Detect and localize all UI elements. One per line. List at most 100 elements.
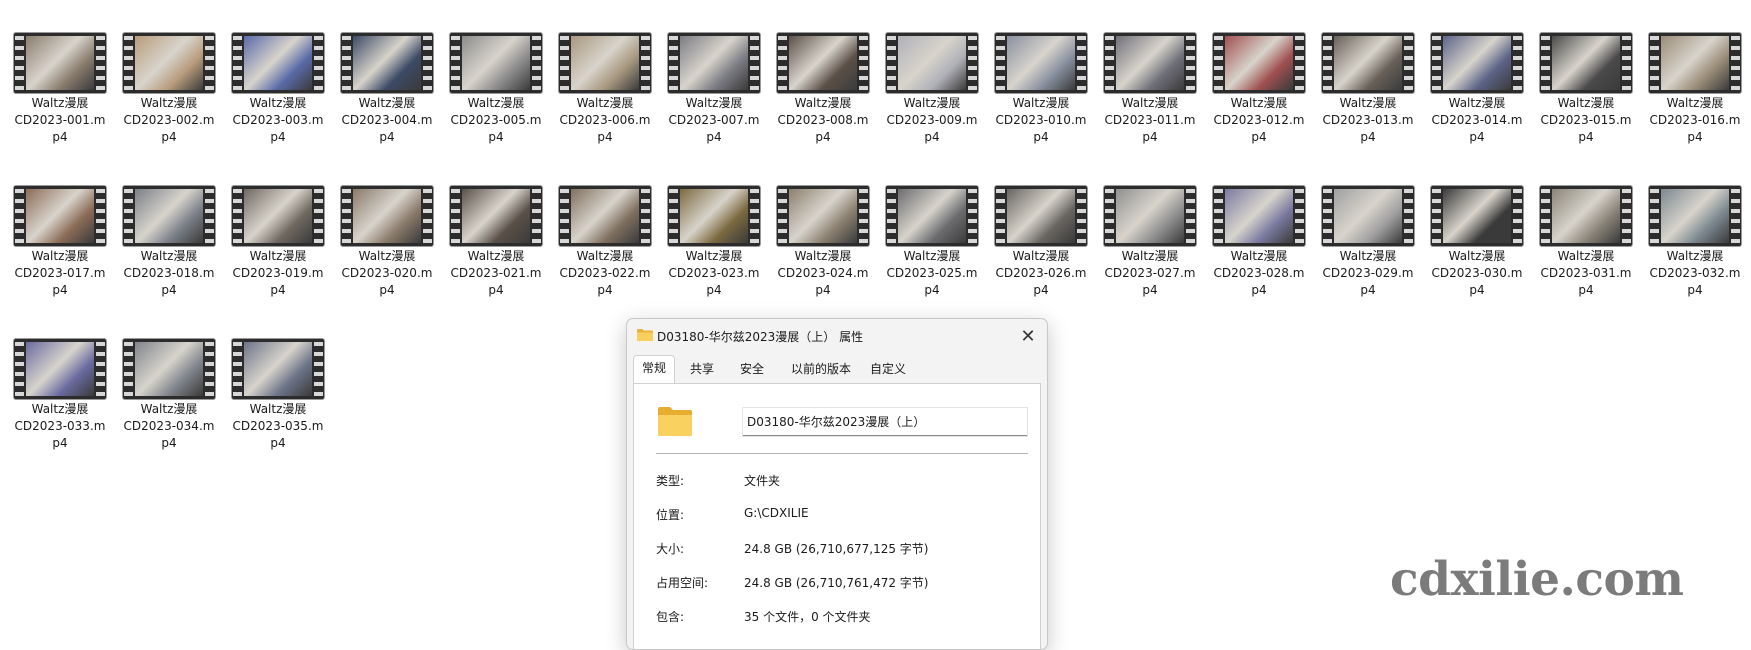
tab-customize[interactable]: 自定义 [862,357,914,381]
file-item[interactable]: Waltz漫展 CD2023-006.m p4 [551,33,659,146]
file-name-line: Waltz漫展 [1666,249,1724,263]
film-strip-icon [233,339,242,399]
film-strip-icon [342,186,351,246]
video-frame [1661,189,1729,243]
file-item[interactable]: Waltz漫展 CD2023-004.m p4 [333,33,441,146]
video-frame [353,189,421,243]
file-name-line: p4 [1142,130,1158,144]
file-item[interactable]: Waltz漫展 CD2023-030.m p4 [1423,186,1531,299]
file-item[interactable]: Waltz漫展 CD2023-031.m p4 [1532,186,1640,299]
file-item[interactable]: Waltz漫展 CD2023-013.m p4 [1314,33,1422,146]
video-thumbnail [341,33,433,93]
file-item[interactable]: Waltz漫展 CD2023-024.m p4 [769,186,877,299]
film-strip-icon [996,186,1005,246]
folder-icon [637,329,653,341]
file-name-line: p4 [706,283,722,297]
file-item[interactable]: Waltz漫展 CD2023-012.m p4 [1205,33,1313,146]
file-item[interactable]: Waltz漫展 CD2023-025.m p4 [878,186,986,299]
film-strip-icon [1432,33,1441,93]
film-strip-icon [423,33,432,93]
file-item[interactable]: Waltz漫展 CD2023-027.m p4 [1096,186,1204,299]
file-item[interactable]: Waltz漫展 CD2023-016.m p4 [1641,33,1749,146]
file-item[interactable]: Waltz漫展 CD2023-032.m p4 [1641,186,1749,299]
file-item[interactable]: Waltz漫展 CD2023-017.m p4 [6,186,114,299]
film-strip-icon [205,339,214,399]
dialog-titlebar[interactable]: D03180-华尔兹2023漫展（上） 属性 ✕ [627,319,1047,353]
file-item[interactable]: Waltz漫展 CD2023-009.m p4 [878,33,986,146]
video-frame [680,189,748,243]
video-frame [244,36,312,90]
file-name: Waltz漫展 CD2023-019.m p4 [224,248,332,299]
film-strip-icon [532,33,541,93]
video-frame [571,189,639,243]
close-button[interactable]: ✕ [1015,323,1041,349]
file-name: Waltz漫展 CD2023-011.m p4 [1096,95,1204,146]
file-item[interactable]: Waltz漫展 CD2023-029.m p4 [1314,186,1422,299]
file-item[interactable]: Waltz漫展 CD2023-014.m p4 [1423,33,1531,146]
file-name-line: p4 [1578,130,1594,144]
film-strip-icon [1295,186,1304,246]
prop-value: 24.8 GB (26,710,677,125 字节) [744,542,929,556]
file-item[interactable]: Waltz漫展 CD2023-005.m p4 [442,33,550,146]
video-thumbnail [1322,186,1414,246]
film-strip-icon [669,33,678,93]
file-name-line: p4 [815,283,831,297]
file-name-line: Waltz漫展 [1012,96,1070,110]
file-name-line: p4 [379,130,395,144]
file-name-line: p4 [52,283,68,297]
film-strip-icon [314,186,323,246]
film-strip-icon [1541,33,1550,93]
file-item[interactable]: Waltz漫展 CD2023-018.m p4 [115,186,223,299]
file-item[interactable]: Waltz漫展 CD2023-033.m p4 [6,339,114,452]
video-thumbnail [1649,186,1741,246]
file-item[interactable]: Waltz漫展 CD2023-008.m p4 [769,33,877,146]
file-name: Waltz漫展 CD2023-008.m p4 [769,95,877,146]
video-thumbnail [1649,33,1741,93]
file-item[interactable]: Waltz漫展 CD2023-015.m p4 [1532,33,1640,146]
file-item[interactable]: Waltz漫展 CD2023-023.m p4 [660,186,768,299]
file-name-line: Waltz漫展 [1012,249,1070,263]
film-strip-icon [314,33,323,93]
film-strip-icon [1541,186,1550,246]
prop-value: G:\CDXILIE [744,506,809,520]
file-item[interactable]: Waltz漫展 CD2023-020.m p4 [333,186,441,299]
tab-security[interactable]: 安全 [732,357,772,381]
tab-sharing[interactable]: 共享 [682,357,722,381]
film-strip-icon [1214,186,1223,246]
video-thumbnail [559,186,651,246]
tab-general[interactable]: 常规 [633,355,676,383]
file-item[interactable]: Waltz漫展 CD2023-010.m p4 [987,33,1095,146]
file-item[interactable]: Waltz漫展 CD2023-034.m p4 [115,339,223,452]
file-name-line: Waltz漫展 [1339,96,1397,110]
folder-name-input[interactable] [743,408,1027,436]
film-strip-icon [641,186,650,246]
file-item[interactable]: Waltz漫展 CD2023-003.m p4 [224,33,332,146]
file-name-line: CD2023-021.m [450,266,542,280]
video-frame [244,342,312,396]
file-item[interactable]: Waltz漫展 CD2023-026.m p4 [987,186,1095,299]
file-item[interactable]: Waltz漫展 CD2023-019.m p4 [224,186,332,299]
video-thumbnail [1540,33,1632,93]
file-name: Waltz漫展 CD2023-026.m p4 [987,248,1095,299]
video-frame [462,189,530,243]
file-name: Waltz漫展 CD2023-030.m p4 [1423,248,1531,299]
film-strip-icon [1404,33,1413,93]
file-name-line: CD2023-018.m [123,266,215,280]
file-item[interactable]: Waltz漫展 CD2023-021.m p4 [442,186,550,299]
file-name: Waltz漫展 CD2023-025.m p4 [878,248,986,299]
file-item[interactable]: Waltz漫展 CD2023-011.m p4 [1096,33,1204,146]
file-name-line: CD2023-019.m [232,266,324,280]
file-item[interactable]: Waltz漫展 CD2023-028.m p4 [1205,186,1313,299]
file-name-line: p4 [1033,130,1049,144]
file-item[interactable]: Waltz漫展 CD2023-035.m p4 [224,339,332,452]
file-item[interactable]: Waltz漫展 CD2023-022.m p4 [551,186,659,299]
folder-icon [658,407,692,436]
file-name-line: Waltz漫展 [794,96,852,110]
file-item[interactable]: Waltz漫展 CD2023-001.m p4 [6,33,114,146]
video-frame [898,189,966,243]
file-name-line: Waltz漫展 [576,96,634,110]
file-item[interactable]: Waltz漫展 CD2023-007.m p4 [660,33,768,146]
file-item[interactable]: Waltz漫展 CD2023-002.m p4 [115,33,223,146]
film-strip-icon [532,186,541,246]
tab-previous-versions[interactable]: 以前的版本 [783,357,859,381]
